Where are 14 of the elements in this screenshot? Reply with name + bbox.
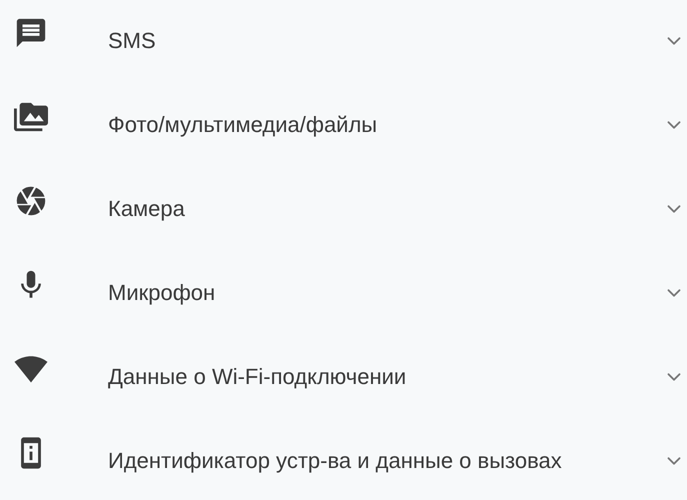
image-folder-icon — [14, 100, 48, 134]
permission-label: Фото/мультимедиа/файлы — [108, 111, 378, 139]
permission-label: Камера — [108, 195, 186, 223]
permission-label: SMS — [108, 27, 157, 55]
permission-item[interactable]: Идентификатор устр-ва и данные о вызовах — [0, 420, 687, 500]
permission-item[interactable]: Фото/мультимедиа/файлы — [0, 84, 687, 168]
permission-item[interactable]: Камера — [0, 168, 687, 252]
permission-label: Идентификатор устр-ва и данные о вызовах — [108, 447, 563, 475]
permission-item[interactable]: Микрофон — [0, 252, 687, 336]
permission-label: Данные о Wi-Fi-подключении — [108, 363, 408, 391]
permission-label: Микрофон — [108, 279, 216, 307]
aperture-icon — [14, 184, 48, 218]
permission-item[interactable]: Данные о Wi-Fi-подключении — [0, 336, 687, 420]
permission-item[interactable]: SMS — [0, 0, 687, 84]
